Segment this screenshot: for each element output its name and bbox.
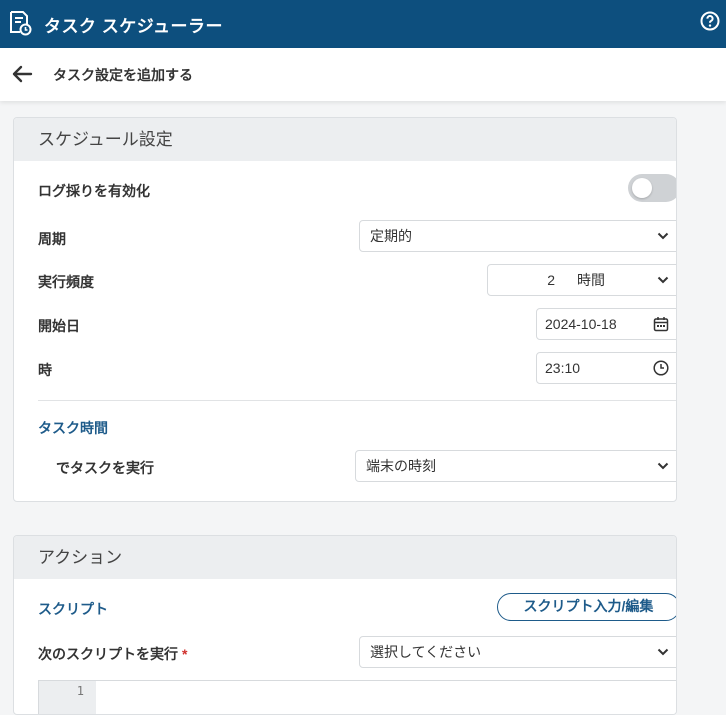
frequency-unit-select[interactable]: 時間 bbox=[567, 264, 676, 296]
script-edit-button[interactable]: スクリプト入力/編集 bbox=[497, 593, 676, 621]
logging-label: ログ採りを有効化 bbox=[38, 183, 150, 199]
task-scheduler-logo-icon bbox=[10, 11, 32, 36]
schedule-settings-title: スケジュール設定 bbox=[14, 118, 676, 161]
period-value: 定期的 bbox=[370, 228, 412, 244]
action-title: アクション bbox=[14, 536, 676, 579]
run-task-label: でタスクを実行 bbox=[56, 460, 154, 476]
script-editor[interactable]: 1 bbox=[38, 680, 676, 714]
task-time-select[interactable]: 端末の時刻 bbox=[355, 450, 676, 482]
script-label: スクリプト bbox=[38, 601, 108, 617]
task-time-value: 端末の時刻 bbox=[366, 458, 436, 474]
frequency-value: 2 bbox=[547, 272, 555, 288]
schedule-settings-card: スケジュール設定 ログ採りを有効化 周期 定期的 実行頻度 2 時間 開始日 2… bbox=[13, 117, 677, 502]
required-mark: * bbox=[182, 646, 188, 662]
start-date-label: 開始日 bbox=[38, 318, 80, 334]
help-icon[interactable] bbox=[700, 11, 720, 31]
app-title: タスク スケジューラー bbox=[44, 17, 224, 36]
script-select[interactable]: 選択してください bbox=[359, 636, 676, 668]
start-date-value: 2024-10-18 bbox=[545, 316, 617, 332]
toggle-knob bbox=[632, 178, 652, 198]
time-value: 23:10 bbox=[545, 360, 581, 376]
back-arrow-icon[interactable] bbox=[11, 65, 33, 83]
line-number-gutter: 1 bbox=[39, 681, 96, 714]
task-time-label: タスク時間 bbox=[38, 420, 108, 436]
divider bbox=[38, 400, 676, 401]
period-label: 周期 bbox=[38, 231, 66, 247]
page-header: タスク設定を追加する bbox=[0, 48, 726, 101]
run-script-label-text: 次のスクリプトを実行 bbox=[38, 646, 178, 662]
chevron-down-icon bbox=[657, 648, 669, 656]
frequency-input[interactable]: 2 bbox=[487, 264, 568, 296]
script-select-placeholder: 選択してください bbox=[370, 644, 482, 660]
period-select[interactable]: 定期的 bbox=[359, 220, 676, 252]
frequency-label: 実行頻度 bbox=[38, 274, 94, 290]
chevron-down-icon bbox=[657, 276, 669, 284]
time-field[interactable]: 23:10 bbox=[536, 352, 676, 384]
app-bar: タスク スケジューラー bbox=[0, 0, 726, 48]
frequency-unit-value: 時間 bbox=[577, 272, 605, 288]
logging-toggle[interactable] bbox=[628, 174, 676, 202]
clock-icon[interactable] bbox=[653, 360, 669, 376]
action-card: アクション スクリプト スクリプト入力/編集 次のスクリプトを実行 * 選択してく… bbox=[13, 535, 677, 715]
calendar-icon[interactable] bbox=[653, 316, 669, 332]
page-title: タスク設定を追加する bbox=[53, 67, 193, 83]
line-number: 1 bbox=[76, 684, 84, 698]
chevron-down-icon bbox=[657, 232, 669, 240]
time-label: 時 bbox=[38, 362, 52, 378]
start-date-field[interactable]: 2024-10-18 bbox=[536, 308, 676, 340]
run-script-label: 次のスクリプトを実行 * bbox=[38, 644, 187, 664]
chevron-down-icon bbox=[657, 462, 669, 470]
